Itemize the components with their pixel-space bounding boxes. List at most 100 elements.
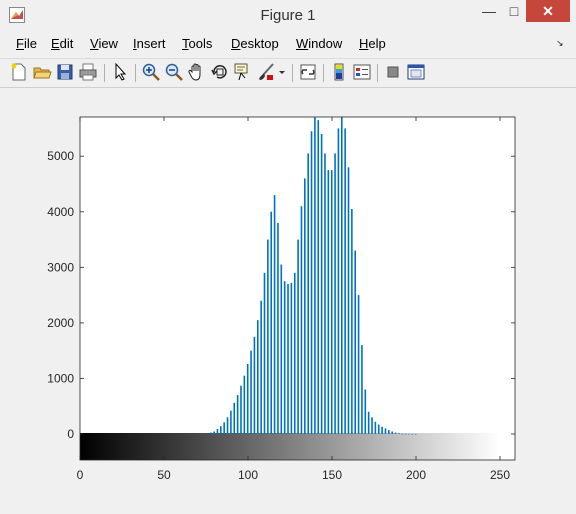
histogram-bar [408,433,410,435]
menu-desktop[interactable]: Desktop [231,36,279,51]
menu-bar: File Edit View Insert Tools Desktop Wind… [0,32,576,56]
histogram-bar [364,389,367,434]
histogram-bar [310,131,313,434]
histogram-bar [304,178,306,434]
brush-icon[interactable] [256,62,276,82]
menu-window[interactable]: Window [296,36,342,51]
histogram-bar [220,426,222,434]
brush-dropdown-icon[interactable] [277,62,287,82]
histogram-bar [361,345,363,434]
new-figure-icon[interactable] [9,62,29,82]
histogram-bar [223,422,225,434]
menu-tools[interactable]: Tools [182,36,212,51]
menu-help[interactable]: Help [359,36,386,51]
pointer-arrow-icon[interactable] [110,62,130,82]
y-tick-label: 1000 [47,371,74,385]
histogram-bar [320,134,323,434]
print-icon[interactable] [78,62,98,82]
histogram-bar [314,117,316,434]
dock-arrow-icon[interactable]: ↘ [556,38,564,49]
histogram-bar [317,120,320,435]
histogram-bar [388,430,390,434]
histogram-bar [347,167,350,434]
x-tick-label: 200 [406,468,426,482]
open-file-icon[interactable] [32,62,52,82]
link-plot-icon[interactable] [298,62,318,82]
histogram-bar [327,170,330,435]
histogram-bar [283,281,286,434]
histogram-bar [293,272,296,434]
x-tick-label: 100 [238,468,258,482]
histogram-bar [391,431,393,434]
legend-icon[interactable] [352,62,372,82]
histogram-bar [263,272,266,434]
histogram-bar [236,395,239,434]
histogram-bar [334,153,336,434]
menu-insert[interactable]: Insert [133,36,166,51]
histogram-bar [414,434,417,435]
histogram-bar [287,284,289,434]
y-tick-label: 3000 [47,260,74,274]
histogram-bar [230,410,232,434]
histogram-bar [374,421,377,434]
hide-plot-tools-icon[interactable] [383,62,403,82]
histogram-bar [394,432,397,434]
histogram-bar [216,429,219,434]
y-tick-label: 2000 [47,316,74,330]
x-tick-label: 0 [77,468,84,482]
zoom-in-icon[interactable] [141,62,161,82]
histogram-bar [404,433,407,435]
pan-hand-icon[interactable] [187,62,207,82]
figure-canvas[interactable]: 0 1000 2000 3000 4000 5000 0 50 100 150 200 250 [0,88,576,514]
histogram-bar [381,426,383,434]
rotate-3d-icon[interactable] [210,62,230,82]
grayscale-colorbar [80,433,500,460]
colorbar-icon[interactable] [329,62,349,82]
histogram-bar [213,431,215,434]
histogram-bar [357,295,360,434]
y-tick-label: 5000 [47,149,74,163]
histogram-bar [243,375,246,434]
histogram-bar [401,433,404,435]
minimize-button[interactable]: — [476,0,502,22]
histogram-bar [226,417,229,434]
menu-file[interactable]: File [16,36,37,51]
histogram-bar [398,433,400,434]
x-tick-label: 150 [322,468,342,482]
histogram-bar [250,350,252,434]
title-bar[interactable]: Figure 1 — □ ✕ [0,0,576,32]
save-icon[interactable] [55,62,75,82]
show-plot-tools-icon[interactable] [406,62,426,82]
data-cursor-icon[interactable] [233,62,253,82]
histogram-bar [384,428,387,434]
histogram-bar [367,411,370,434]
menu-edit[interactable]: Edit [51,36,73,51]
y-tick-label: 0 [67,427,74,441]
histogram-bar [351,209,353,434]
histogram-bar [354,250,357,434]
x-tick-label: 50 [157,468,171,482]
histogram-bar [330,170,333,435]
histogram-bar [340,117,343,434]
histogram-bar [246,364,249,434]
close-button[interactable]: ✕ [526,0,570,22]
histogram-bar [256,320,259,434]
histogram-bar [297,239,299,434]
maximize-button[interactable]: □ [503,0,525,22]
histogram-bar [324,153,326,434]
zoom-out-icon[interactable] [164,62,184,82]
histogram-bar [270,211,273,434]
menu-view[interactable]: View [90,36,118,51]
histogram-bar [240,385,242,434]
histogram-bar [344,128,346,434]
figure-toolbar [0,58,576,88]
histogram-bar [267,239,269,434]
histogram-bar [209,432,212,434]
histogram-bar [300,206,303,434]
histogram-plot[interactable]: 0 1000 2000 3000 4000 5000 0 50 100 150 200 250 [0,88,576,514]
histogram-bar [273,195,276,434]
histogram-bar [371,417,373,434]
histogram-bar [206,433,209,434]
histogram-bar [337,128,340,434]
x-tick-label: 250 [490,468,510,482]
